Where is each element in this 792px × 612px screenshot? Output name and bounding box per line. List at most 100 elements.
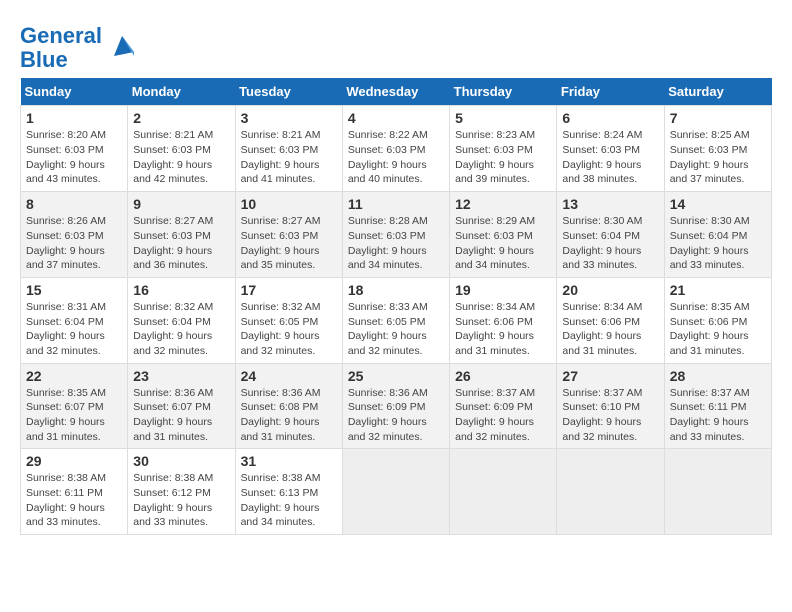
calendar-cell: 2 Sunrise: 8:21 AMSunset: 6:03 PMDayligh… [128, 106, 235, 192]
logo-blue: Blue [20, 47, 68, 72]
calendar-cell: 29 Sunrise: 8:38 AMSunset: 6:11 PMDaylig… [21, 449, 128, 535]
calendar-cell: 8 Sunrise: 8:26 AMSunset: 6:03 PMDayligh… [21, 192, 128, 278]
day-detail: Sunrise: 8:32 AMSunset: 6:04 PMDaylight:… [133, 301, 213, 357]
calendar-cell: 28 Sunrise: 8:37 AMSunset: 6:11 PMDaylig… [664, 363, 771, 449]
day-detail: Sunrise: 8:32 AMSunset: 6:05 PMDaylight:… [241, 301, 321, 357]
calendar-cell: 24 Sunrise: 8:36 AMSunset: 6:08 PMDaylig… [235, 363, 342, 449]
calendar-cell: 31 Sunrise: 8:38 AMSunset: 6:13 PMDaylig… [235, 449, 342, 535]
day-number: 2 [133, 110, 229, 126]
day-detail: Sunrise: 8:29 AMSunset: 6:03 PMDaylight:… [455, 215, 535, 271]
logo-general: General [20, 23, 102, 48]
day-number: 4 [348, 110, 444, 126]
day-detail: Sunrise: 8:38 AMSunset: 6:12 PMDaylight:… [133, 472, 213, 528]
calendar-cell: 19 Sunrise: 8:34 AMSunset: 6:06 PMDaylig… [450, 277, 557, 363]
day-number: 9 [133, 196, 229, 212]
calendar-cell [450, 449, 557, 535]
day-detail: Sunrise: 8:36 AMSunset: 6:07 PMDaylight:… [133, 387, 213, 443]
calendar-cell: 30 Sunrise: 8:38 AMSunset: 6:12 PMDaylig… [128, 449, 235, 535]
calendar-cell: 5 Sunrise: 8:23 AMSunset: 6:03 PMDayligh… [450, 106, 557, 192]
calendar-cell: 16 Sunrise: 8:32 AMSunset: 6:04 PMDaylig… [128, 277, 235, 363]
day-number: 14 [670, 196, 766, 212]
col-header-monday: Monday [128, 78, 235, 106]
calendar-header: SundayMondayTuesdayWednesdayThursdayFrid… [21, 78, 772, 106]
day-number: 21 [670, 282, 766, 298]
calendar-cell [342, 449, 449, 535]
day-number: 25 [348, 368, 444, 384]
col-header-friday: Friday [557, 78, 664, 106]
calendar-cell: 14 Sunrise: 8:30 AMSunset: 6:04 PMDaylig… [664, 192, 771, 278]
calendar-cell: 6 Sunrise: 8:24 AMSunset: 6:03 PMDayligh… [557, 106, 664, 192]
calendar-cell: 22 Sunrise: 8:35 AMSunset: 6:07 PMDaylig… [21, 363, 128, 449]
day-number: 24 [241, 368, 337, 384]
day-number: 12 [455, 196, 551, 212]
day-number: 19 [455, 282, 551, 298]
day-detail: Sunrise: 8:30 AMSunset: 6:04 PMDaylight:… [670, 215, 750, 271]
logo-icon [106, 32, 138, 64]
day-number: 3 [241, 110, 337, 126]
week-row-4: 22 Sunrise: 8:35 AMSunset: 6:07 PMDaylig… [21, 363, 772, 449]
week-row-1: 1 Sunrise: 8:20 AMSunset: 6:03 PMDayligh… [21, 106, 772, 192]
day-number: 16 [133, 282, 229, 298]
col-header-sunday: Sunday [21, 78, 128, 106]
calendar-cell: 21 Sunrise: 8:35 AMSunset: 6:06 PMDaylig… [664, 277, 771, 363]
day-detail: Sunrise: 8:35 AMSunset: 6:07 PMDaylight:… [26, 387, 106, 443]
day-detail: Sunrise: 8:37 AMSunset: 6:11 PMDaylight:… [670, 387, 750, 443]
calendar-cell: 10 Sunrise: 8:27 AMSunset: 6:03 PMDaylig… [235, 192, 342, 278]
calendar-table: SundayMondayTuesdayWednesdayThursdayFrid… [20, 78, 772, 535]
day-detail: Sunrise: 8:26 AMSunset: 6:03 PMDaylight:… [26, 215, 106, 271]
calendar-cell: 4 Sunrise: 8:22 AMSunset: 6:03 PMDayligh… [342, 106, 449, 192]
day-number: 17 [241, 282, 337, 298]
day-number: 11 [348, 196, 444, 212]
day-detail: Sunrise: 8:34 AMSunset: 6:06 PMDaylight:… [455, 301, 535, 357]
week-row-2: 8 Sunrise: 8:26 AMSunset: 6:03 PMDayligh… [21, 192, 772, 278]
day-number: 23 [133, 368, 229, 384]
calendar-cell: 13 Sunrise: 8:30 AMSunset: 6:04 PMDaylig… [557, 192, 664, 278]
day-detail: Sunrise: 8:21 AMSunset: 6:03 PMDaylight:… [133, 129, 213, 185]
day-detail: Sunrise: 8:37 AMSunset: 6:09 PMDaylight:… [455, 387, 535, 443]
day-number: 10 [241, 196, 337, 212]
day-detail: Sunrise: 8:24 AMSunset: 6:03 PMDaylight:… [562, 129, 642, 185]
day-detail: Sunrise: 8:23 AMSunset: 6:03 PMDaylight:… [455, 129, 535, 185]
day-detail: Sunrise: 8:21 AMSunset: 6:03 PMDaylight:… [241, 129, 321, 185]
week-row-3: 15 Sunrise: 8:31 AMSunset: 6:04 PMDaylig… [21, 277, 772, 363]
day-number: 15 [26, 282, 122, 298]
calendar-cell: 17 Sunrise: 8:32 AMSunset: 6:05 PMDaylig… [235, 277, 342, 363]
day-detail: Sunrise: 8:28 AMSunset: 6:03 PMDaylight:… [348, 215, 428, 271]
day-number: 1 [26, 110, 122, 126]
calendar-cell: 3 Sunrise: 8:21 AMSunset: 6:03 PMDayligh… [235, 106, 342, 192]
logo-text: General Blue [20, 24, 102, 72]
calendar-cell: 1 Sunrise: 8:20 AMSunset: 6:03 PMDayligh… [21, 106, 128, 192]
day-detail: Sunrise: 8:30 AMSunset: 6:04 PMDaylight:… [562, 215, 642, 271]
day-detail: Sunrise: 8:34 AMSunset: 6:06 PMDaylight:… [562, 301, 642, 357]
day-detail: Sunrise: 8:25 AMSunset: 6:03 PMDaylight:… [670, 129, 750, 185]
day-number: 28 [670, 368, 766, 384]
day-number: 22 [26, 368, 122, 384]
calendar-cell [664, 449, 771, 535]
calendar-cell [557, 449, 664, 535]
day-detail: Sunrise: 8:22 AMSunset: 6:03 PMDaylight:… [348, 129, 428, 185]
day-detail: Sunrise: 8:33 AMSunset: 6:05 PMDaylight:… [348, 301, 428, 357]
calendar-cell: 27 Sunrise: 8:37 AMSunset: 6:10 PMDaylig… [557, 363, 664, 449]
calendar-cell: 7 Sunrise: 8:25 AMSunset: 6:03 PMDayligh… [664, 106, 771, 192]
day-number: 13 [562, 196, 658, 212]
calendar-cell: 20 Sunrise: 8:34 AMSunset: 6:06 PMDaylig… [557, 277, 664, 363]
col-header-thursday: Thursday [450, 78, 557, 106]
day-detail: Sunrise: 8:36 AMSunset: 6:09 PMDaylight:… [348, 387, 428, 443]
day-number: 5 [455, 110, 551, 126]
day-number: 31 [241, 453, 337, 469]
calendar-cell: 18 Sunrise: 8:33 AMSunset: 6:05 PMDaylig… [342, 277, 449, 363]
calendar-cell: 9 Sunrise: 8:27 AMSunset: 6:03 PMDayligh… [128, 192, 235, 278]
calendar-cell: 12 Sunrise: 8:29 AMSunset: 6:03 PMDaylig… [450, 192, 557, 278]
col-header-tuesday: Tuesday [235, 78, 342, 106]
day-detail: Sunrise: 8:38 AMSunset: 6:11 PMDaylight:… [26, 472, 106, 528]
day-number: 8 [26, 196, 122, 212]
calendar-cell: 25 Sunrise: 8:36 AMSunset: 6:09 PMDaylig… [342, 363, 449, 449]
day-number: 30 [133, 453, 229, 469]
day-number: 27 [562, 368, 658, 384]
page-header: General Blue [20, 20, 772, 72]
day-number: 18 [348, 282, 444, 298]
day-detail: Sunrise: 8:27 AMSunset: 6:03 PMDaylight:… [241, 215, 321, 271]
week-row-5: 29 Sunrise: 8:38 AMSunset: 6:11 PMDaylig… [21, 449, 772, 535]
logo: General Blue [20, 24, 138, 72]
day-detail: Sunrise: 8:31 AMSunset: 6:04 PMDaylight:… [26, 301, 106, 357]
